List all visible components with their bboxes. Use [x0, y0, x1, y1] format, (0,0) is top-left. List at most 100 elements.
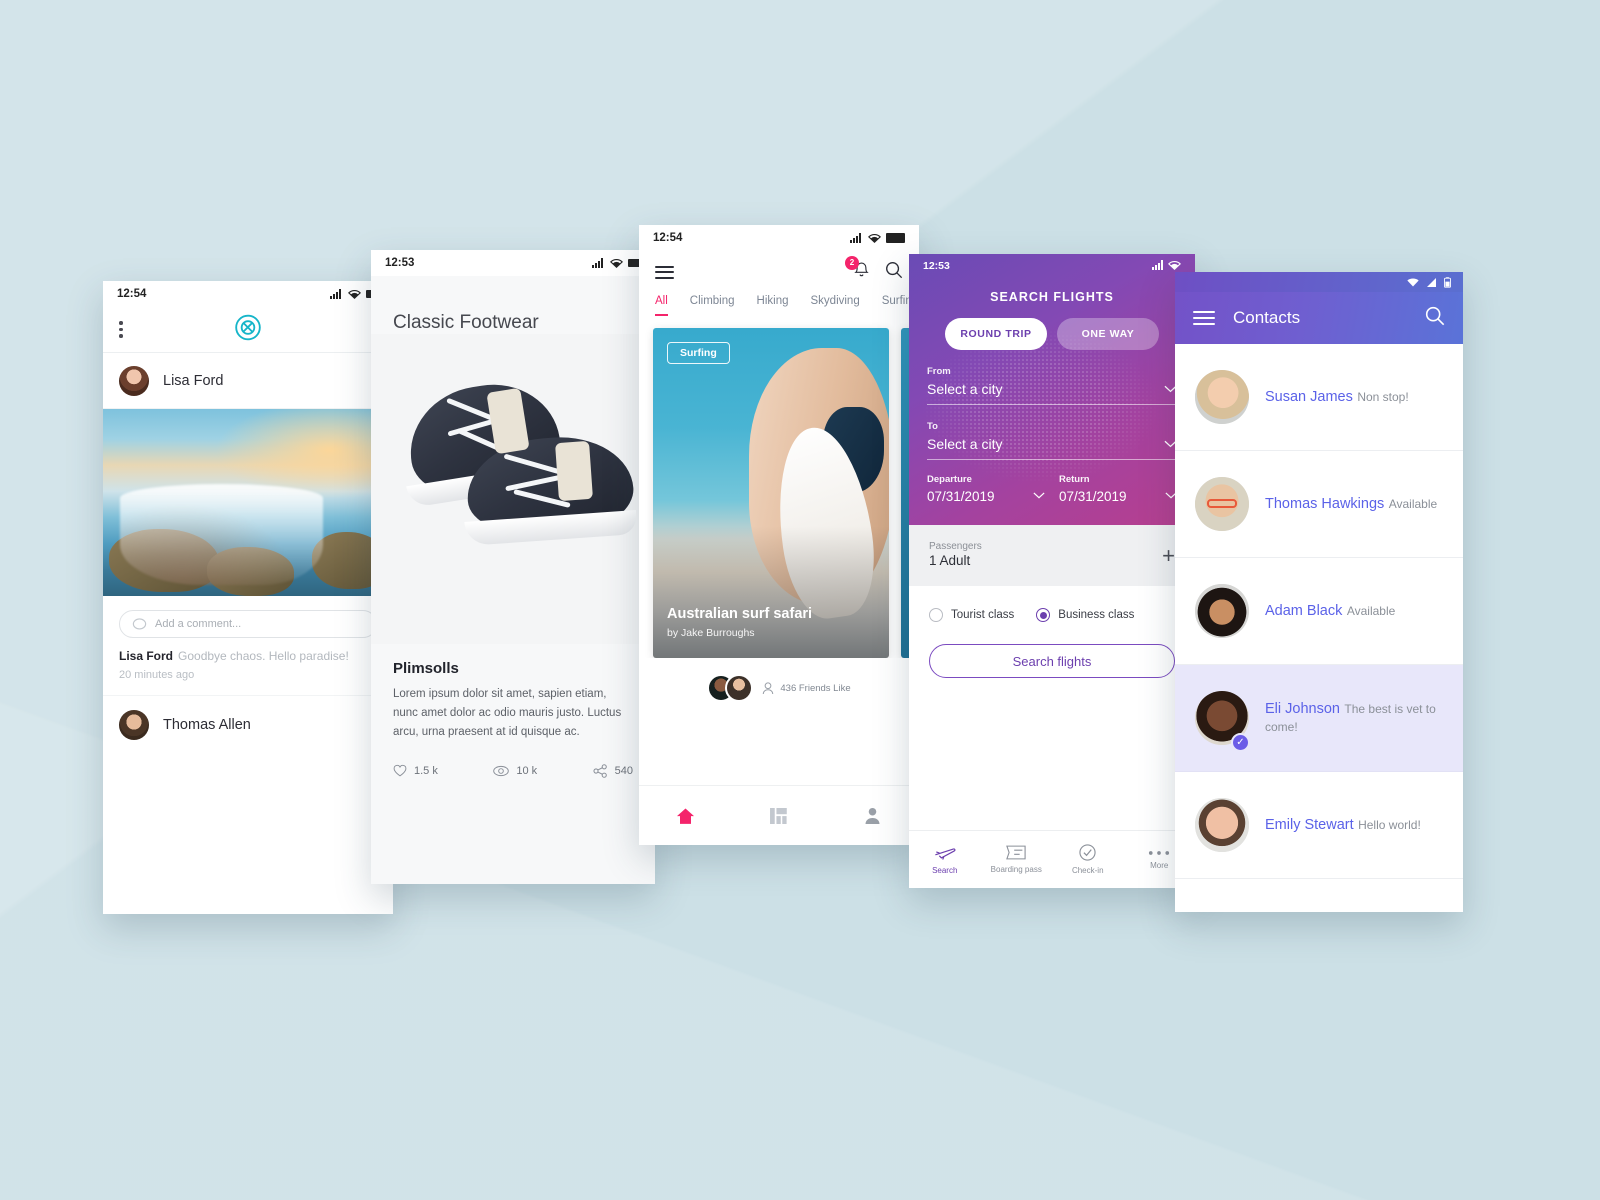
app-bar	[103, 307, 393, 353]
product-stats: 1.5 k 10 k 540	[371, 742, 655, 778]
nav-checkin[interactable]: Check-in	[1052, 831, 1124, 888]
passengers-field[interactable]: Passengers 1 Adult +	[909, 525, 1195, 586]
product-details: Plimsolls Lorem ipsum dolor sit amet, sa…	[371, 644, 655, 742]
kebab-menu-icon[interactable]	[119, 321, 123, 338]
status-bar: 12:54	[103, 281, 393, 307]
post-author-row[interactable]: Lisa Ford	[103, 353, 393, 409]
page-title: SEARCH FLIGHTS	[990, 290, 1114, 304]
hamburger-menu-icon[interactable]	[1193, 310, 1215, 326]
status-bar: 12:53	[909, 254, 1195, 278]
business-class-label: Business class	[1058, 609, 1135, 621]
contact-status: Non stop!	[1357, 390, 1409, 404]
phone-flights: 12:53 SEARCH FLIGHTS ROUND TRIP ONE WAY …	[909, 254, 1195, 888]
selected-check-icon: ✓	[1231, 733, 1250, 752]
search-icon	[1425, 306, 1445, 325]
nav-profile[interactable]	[826, 807, 919, 824]
post-author-row-2[interactable]: Thomas Allen	[103, 695, 393, 753]
return-field[interactable]: Return 07/31/2019	[1059, 474, 1177, 511]
product-name: Plimsolls	[393, 660, 459, 677]
list-item[interactable]: Adam Black Available	[1175, 558, 1463, 665]
avatar	[1195, 798, 1249, 852]
views-value: 10 k	[516, 764, 538, 777]
return-label: Return	[1059, 474, 1090, 485]
list-item[interactable]: Thomas Hawkings Available	[1175, 451, 1463, 558]
list-item[interactable]: Emily Stewart Hello world!	[1175, 772, 1463, 879]
bottom-nav	[639, 785, 919, 845]
list-item[interactable]: Susan James Non stop!	[1175, 344, 1463, 451]
comment-icon	[132, 617, 147, 630]
app-bar: Contacts	[1175, 292, 1463, 344]
contact-status: Available	[1388, 497, 1438, 511]
nav-more-label: More	[1150, 860, 1169, 870]
to-label: To	[927, 421, 938, 432]
tourist-class-option[interactable]: Tourist class	[929, 608, 1014, 622]
tab-skydiving[interactable]: Skydiving	[811, 295, 860, 316]
likes-stat[interactable]: 1.5 k	[393, 764, 438, 778]
adventure-card[interactable]: Surfing Australian surf safari by Jake B…	[653, 328, 889, 658]
views-stat[interactable]: 10 k	[493, 764, 537, 778]
status-icons	[850, 233, 905, 243]
wifi-icon	[348, 289, 361, 299]
app-bar: 2	[639, 251, 919, 293]
status-icons	[592, 258, 641, 268]
tab-climbing[interactable]: Climbing	[690, 295, 735, 316]
departure-field[interactable]: Departure 07/31/2019	[927, 474, 1045, 511]
avatar	[725, 674, 754, 702]
status-time: 12:54	[117, 288, 147, 300]
business-class-option[interactable]: Business class	[1036, 608, 1134, 622]
tab-all[interactable]: All	[655, 295, 668, 316]
round-trip-button[interactable]: ROUND TRIP	[945, 318, 1047, 350]
one-way-button[interactable]: ONE WAY	[1057, 318, 1159, 350]
search-button[interactable]	[1425, 306, 1445, 331]
signal-icon	[1427, 277, 1436, 287]
nav-boarding-pass[interactable]: Boarding pass	[981, 831, 1053, 888]
phone-shop: 12:53 Classic Footwear Plimsolls Lorem i…	[371, 250, 655, 884]
product-image	[371, 334, 655, 644]
heart-icon	[393, 765, 407, 777]
to-value: Select a city	[927, 436, 1003, 452]
list-item-selected[interactable]: ✓ Eli Johnson The best is vet to come!	[1175, 665, 1463, 772]
phone-mockup-stage: 12:54 Lisa Ford Add a comment... Lisa Fo…	[0, 0, 1600, 1200]
person-icon	[865, 807, 880, 824]
nav-search[interactable]: Search	[909, 831, 981, 888]
search-flights-button[interactable]: Search flights	[929, 644, 1175, 678]
battery-icon	[1444, 276, 1451, 288]
from-field[interactable]: From Select a city	[927, 350, 1177, 405]
avatar	[119, 365, 149, 396]
flight-search-hero: 12:53 SEARCH FLIGHTS ROUND TRIP ONE WAY …	[909, 254, 1195, 525]
shares-value: 540	[614, 764, 633, 777]
ticket-icon	[1006, 845, 1026, 860]
nav-home[interactable]	[639, 807, 732, 825]
search-button[interactable]	[885, 261, 903, 284]
hamburger-menu-icon[interactable]	[655, 265, 674, 279]
post-author-name-2: Thomas Allen	[163, 716, 251, 733]
from-label: From	[927, 366, 951, 377]
notification-badge: 2	[845, 255, 859, 270]
signal-icon	[592, 258, 605, 268]
airplane-icon	[934, 847, 956, 860]
caption-text: Goodbye chaos. Hello paradise!	[178, 649, 349, 663]
tab-hiking[interactable]: Hiking	[757, 295, 789, 316]
share-icon	[593, 764, 607, 778]
status-bar: 12:54	[639, 225, 919, 251]
nav-grid[interactable]	[732, 807, 825, 824]
status-bar	[1175, 272, 1463, 292]
phone-contacts: Contacts Susan James Non stop! Thomas Ha…	[1175, 272, 1463, 912]
likes-value: 1.5 k	[414, 764, 438, 777]
wifi-icon	[610, 258, 623, 268]
brand-logo-icon	[235, 314, 262, 346]
shares-stat[interactable]: 540	[593, 764, 633, 778]
notifications-button[interactable]: 2	[845, 255, 870, 284]
home-icon	[677, 808, 695, 824]
chevron-down-icon	[1033, 492, 1045, 499]
contact-status: Hello world!	[1358, 818, 1421, 832]
radio-icon-selected	[1036, 608, 1051, 622]
eye-icon	[493, 765, 510, 777]
plus-icon[interactable]: +	[1162, 544, 1175, 567]
to-field[interactable]: To Select a city	[927, 405, 1177, 460]
wifi-icon	[868, 233, 881, 243]
comment-input[interactable]: Add a comment...	[119, 610, 377, 638]
page-title: Classic Footwear	[393, 312, 539, 333]
post-image-waterfall	[103, 409, 393, 596]
wifi-icon	[1167, 260, 1182, 270]
